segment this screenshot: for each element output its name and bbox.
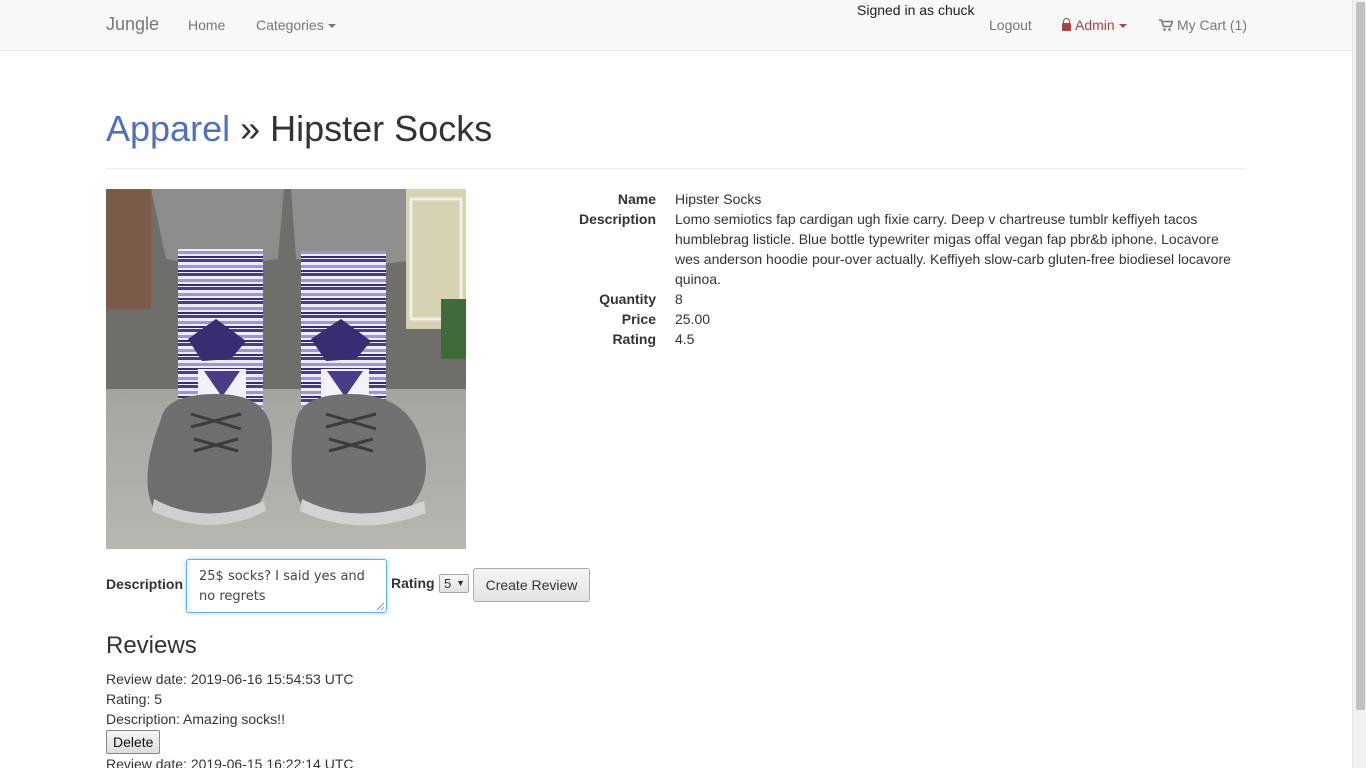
nav-home-link[interactable]: Home — [188, 17, 225, 33]
admin-dropdown[interactable]: Admin — [1062, 17, 1127, 33]
detail-label: Name — [617, 191, 656, 207]
create-review-button[interactable]: Create Review — [473, 568, 590, 602]
review-description-textarea[interactable]: 25$ socks? I said yes and no regrets — [186, 559, 387, 613]
breadcrumb-separator: » — [230, 108, 271, 149]
caret-down-icon — [327, 24, 336, 29]
review-date: Review date: 2019-06-15 16:22:14 UTC — [106, 756, 354, 768]
detail-label: Quantity — [599, 291, 656, 307]
detail-value: Hipster Socks — [675, 191, 762, 207]
page-scrollbar[interactable] — [1352, 0, 1366, 768]
detail-value: 25.00 — [675, 311, 711, 327]
detail-row-quantity: Quantity 8 — [560, 289, 1240, 309]
brand-link[interactable]: Jungle — [106, 14, 159, 35]
page-header: Apparel » Hipster Socks — [106, 106, 1246, 169]
detail-value: Lomo semiotics fap cardigan ugh fixie ca… — [675, 211, 1231, 287]
review-description-label: Description — [106, 576, 184, 592]
page-title: Apparel » Hipster Socks — [106, 106, 1246, 152]
detail-label: Rating — [612, 331, 656, 347]
detail-row-description: Description Lomo semiotics fap cardigan … — [560, 209, 1240, 289]
cart-link[interactable]: My Cart (1) — [1159, 17, 1247, 33]
rating-select[interactable]: 5 ▼ — [439, 574, 469, 593]
cart-label: My Cart (1) — [1177, 17, 1247, 33]
detail-value: 8 — [675, 291, 683, 307]
delete-review-button[interactable]: Delete — [106, 730, 161, 754]
detail-row-rating: Rating 4.5 — [560, 329, 1240, 349]
admin-label: Admin — [1075, 17, 1115, 33]
lock-icon — [1062, 18, 1071, 31]
product-image — [106, 189, 466, 549]
review-item: Review date: 2019-06-16 15:54:53 UTC Rat… — [106, 669, 353, 754]
review-description: Description: Amazing socks!! — [106, 711, 285, 727]
signed-in-text: Signed in as chuck — [857, 2, 975, 18]
resize-handle-icon[interactable] — [377, 603, 384, 610]
detail-label: Price — [621, 311, 656, 327]
socks-photo — [106, 189, 466, 549]
navbar: Jungle Home Categories Signed in as chuc… — [0, 0, 1352, 51]
review-form: Description 25$ socks? I said yes and no… — [106, 559, 706, 615]
dropdown-arrow-icon: ▼ — [456, 578, 465, 588]
shopping-cart-icon — [1159, 19, 1173, 31]
review-rating-label: Rating — [391, 575, 435, 591]
product-title: Hipster Socks — [270, 108, 493, 149]
detail-value: 4.5 — [675, 331, 695, 347]
categories-label: Categories — [256, 17, 324, 33]
review-description-value: 25$ socks? I said yes and no regrets — [199, 569, 365, 604]
caret-down-icon — [1118, 24, 1127, 29]
detail-row-name: Name Hipster Socks — [560, 189, 1240, 209]
rating-select-value: 5 — [444, 576, 452, 591]
reviews-heading: Reviews — [106, 632, 197, 659]
review-rating: Rating: 5 — [106, 691, 163, 707]
review-date: Review date: 2019-06-16 15:54:53 UTC — [106, 671, 354, 687]
scrollbar-thumb[interactable] — [1356, 2, 1365, 710]
review-item: Review date: 2019-06-15 16:22:14 UTC — [106, 754, 353, 768]
logout-link[interactable]: Logout — [989, 17, 1032, 33]
detail-label: Description — [578, 211, 656, 227]
product-details: Name Hipster Socks Description Lomo semi… — [560, 189, 1240, 349]
nav-categories-dropdown[interactable]: Categories — [256, 17, 336, 33]
detail-row-price: Price 25.00 — [560, 309, 1240, 329]
category-link[interactable]: Apparel — [106, 108, 230, 149]
